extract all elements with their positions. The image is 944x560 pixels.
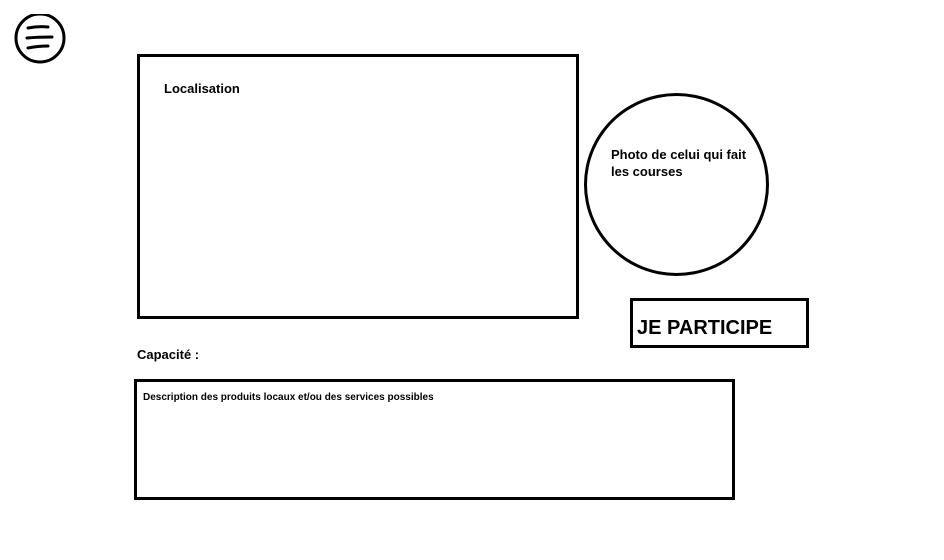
description-label: Description des produits locaux et/ou de… bbox=[143, 392, 434, 403]
shopper-photo: Photo de celui qui fait les courses bbox=[584, 93, 769, 276]
description-panel: Description des produits locaux et/ou de… bbox=[134, 379, 735, 500]
location-label: Localisation bbox=[164, 81, 240, 96]
menu-button[interactable] bbox=[14, 14, 68, 64]
capacity-label: Capacité : bbox=[137, 347, 200, 362]
shopper-photo-label: Photo de celui qui fait les courses bbox=[611, 147, 747, 179]
location-map-panel[interactable]: Localisation bbox=[137, 54, 579, 319]
participate-button[interactable]: JE PARTICIPE bbox=[630, 298, 809, 348]
page: Localisation Photo de celui qui fait les… bbox=[0, 0, 944, 560]
hamburger-menu-icon bbox=[14, 14, 66, 64]
